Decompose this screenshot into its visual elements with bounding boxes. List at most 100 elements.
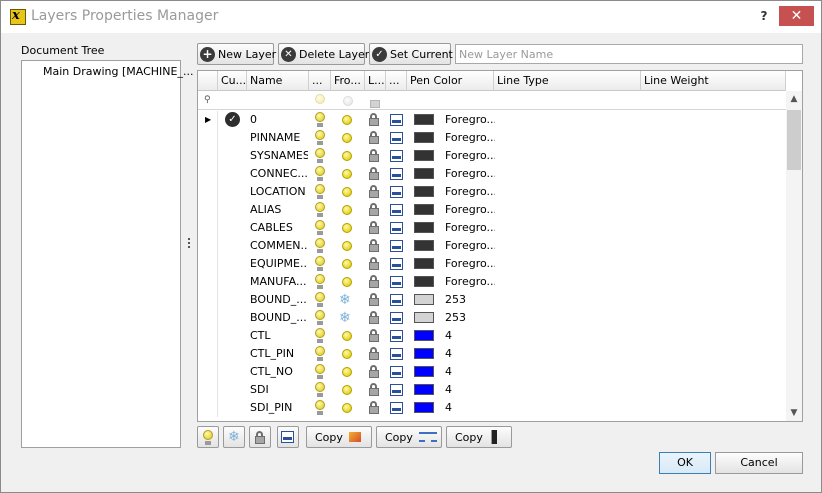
table-row[interactable]: CTL_NO 4 <box>198 363 786 381</box>
lock-icon[interactable] <box>369 370 379 378</box>
line-type-cell[interactable] <box>494 219 641 237</box>
sun-icon[interactable] <box>342 187 352 197</box>
layer-name[interactable]: SDI_PIN <box>250 399 308 417</box>
sun-icon[interactable] <box>342 331 352 341</box>
pen-color-swatch[interactable] <box>414 240 434 251</box>
table-row[interactable]: CONNEC... Foregro... <box>198 165 786 183</box>
layer-name[interactable]: CABLES <box>250 219 308 237</box>
bulb-icon[interactable] <box>315 202 325 212</box>
header-locked[interactable]: L... <box>365 71 386 91</box>
splitter-handle[interactable] <box>187 238 191 252</box>
table-row[interactable]: SYSNAMES Foregro... <box>198 147 786 165</box>
pen-color-label[interactable]: 253 <box>445 309 495 327</box>
line-weight-cell[interactable] <box>641 327 786 345</box>
pen-color-label[interactable]: Foregro... <box>445 201 495 219</box>
row-header[interactable] <box>198 309 218 327</box>
scroll-down-icon[interactable]: ▼ <box>786 405 802 421</box>
pen-color-label[interactable]: 4 <box>445 363 495 381</box>
line-weight-cell[interactable] <box>641 273 786 291</box>
sun-icon[interactable] <box>342 241 352 251</box>
current-check-icon[interactable]: ✓ <box>225 112 240 127</box>
pen-color-label[interactable]: Foregro... <box>445 147 495 165</box>
delete-layer-button[interactable]: ✕ Delete Layer <box>278 43 369 65</box>
printer-icon[interactable] <box>390 222 403 234</box>
layer-name[interactable]: COMMEN... <box>250 237 308 255</box>
line-type-cell[interactable] <box>494 399 641 417</box>
bulb-icon[interactable] <box>315 400 325 410</box>
sun-icon[interactable] <box>342 385 352 395</box>
pen-color-label[interactable]: Foregro... <box>445 237 495 255</box>
row-header[interactable] <box>198 237 218 255</box>
pen-color-swatch[interactable] <box>414 402 434 413</box>
table-row[interactable]: COMMEN... Foregro... <box>198 237 786 255</box>
pen-color-swatch[interactable] <box>414 384 434 395</box>
pen-color-swatch[interactable] <box>414 276 434 287</box>
line-weight-cell[interactable] <box>641 183 786 201</box>
bulb-icon[interactable] <box>315 184 325 194</box>
set-current-button[interactable]: ✓ Set Current <box>369 43 453 65</box>
header-line-type[interactable]: Line Type <box>494 71 641 91</box>
line-type-cell[interactable] <box>494 291 641 309</box>
printer-icon[interactable] <box>390 294 403 306</box>
layer-name[interactable]: PINNAME <box>250 129 308 147</box>
layer-name[interactable]: 0 <box>250 111 308 129</box>
copy-lineweight-button[interactable]: Copy <box>446 426 512 448</box>
close-button[interactable]: ✕ <box>779 6 814 26</box>
table-row[interactable]: SDI 4 <box>198 381 786 399</box>
toggle-freeze-button[interactable]: ❄ <box>223 426 245 448</box>
row-header[interactable] <box>198 291 218 309</box>
line-weight-cell[interactable] <box>641 255 786 273</box>
line-type-cell[interactable] <box>494 147 641 165</box>
sun-icon[interactable] <box>342 403 352 413</box>
line-weight-cell[interactable] <box>641 381 786 399</box>
line-weight-cell[interactable] <box>641 129 786 147</box>
pen-color-swatch[interactable] <box>414 186 434 197</box>
pen-color-label[interactable]: Foregro... <box>445 219 495 237</box>
lock-icon[interactable] <box>369 316 379 324</box>
layer-name[interactable]: ALIAS <box>250 201 308 219</box>
pen-color-label[interactable]: 4 <box>445 399 495 417</box>
lock-icon[interactable] <box>369 226 379 234</box>
printer-icon[interactable] <box>390 258 403 270</box>
lock-icon[interactable] <box>369 244 379 252</box>
toggle-lock-button[interactable] <box>249 426 271 448</box>
sun-icon[interactable] <box>342 169 352 179</box>
layer-name[interactable]: LOCATION <box>250 183 308 201</box>
pen-color-swatch[interactable] <box>414 204 434 215</box>
printer-icon[interactable] <box>390 384 403 396</box>
layer-name[interactable]: CONNEC... <box>250 165 308 183</box>
printer-icon[interactable] <box>390 186 403 198</box>
row-header[interactable] <box>198 165 218 183</box>
pen-color-label[interactable]: Foregro... <box>445 273 495 291</box>
filter-bulb-icon[interactable] <box>315 94 325 104</box>
line-type-cell[interactable] <box>494 273 641 291</box>
header-line-weight[interactable]: Line Weight <box>641 71 786 91</box>
pen-color-swatch[interactable] <box>414 366 434 377</box>
row-header[interactable] <box>198 255 218 273</box>
lock-icon[interactable] <box>369 208 379 216</box>
tree-item-main-drawing[interactable]: Main Drawing [MACHINE_... <box>43 65 193 78</box>
ok-button[interactable]: OK <box>659 452 711 474</box>
sun-icon[interactable] <box>342 151 352 161</box>
table-row[interactable]: BOUND_... ❄ 253 <box>198 309 786 327</box>
layer-name[interactable]: CTL_NO <box>250 363 308 381</box>
line-type-cell[interactable] <box>494 165 641 183</box>
bulb-icon[interactable] <box>315 112 325 122</box>
lock-icon[interactable] <box>369 136 379 144</box>
filter-row[interactable]: ⚲ <box>198 91 786 110</box>
header-pen-color[interactable]: Pen Color <box>407 71 494 91</box>
line-weight-cell[interactable] <box>641 147 786 165</box>
lock-icon[interactable] <box>369 118 379 126</box>
pen-color-label[interactable]: Foregro... <box>445 165 495 183</box>
layer-name[interactable]: CTL_PIN <box>250 345 308 363</box>
vertical-scrollbar[interactable]: ▲ ▼ <box>786 91 802 421</box>
pen-color-label[interactable]: 4 <box>445 327 495 345</box>
printer-icon[interactable] <box>390 348 403 360</box>
snowflake-icon[interactable]: ❄ <box>339 293 351 307</box>
cancel-button[interactable]: Cancel <box>715 452 803 474</box>
table-row[interactable]: SDI_PIN 4 <box>198 399 786 417</box>
pen-color-swatch[interactable] <box>414 312 434 323</box>
copy-linetype-button[interactable]: Copy <box>376 426 442 448</box>
pen-color-label[interactable]: Foregro... <box>445 129 495 147</box>
pen-color-swatch[interactable] <box>414 168 434 179</box>
